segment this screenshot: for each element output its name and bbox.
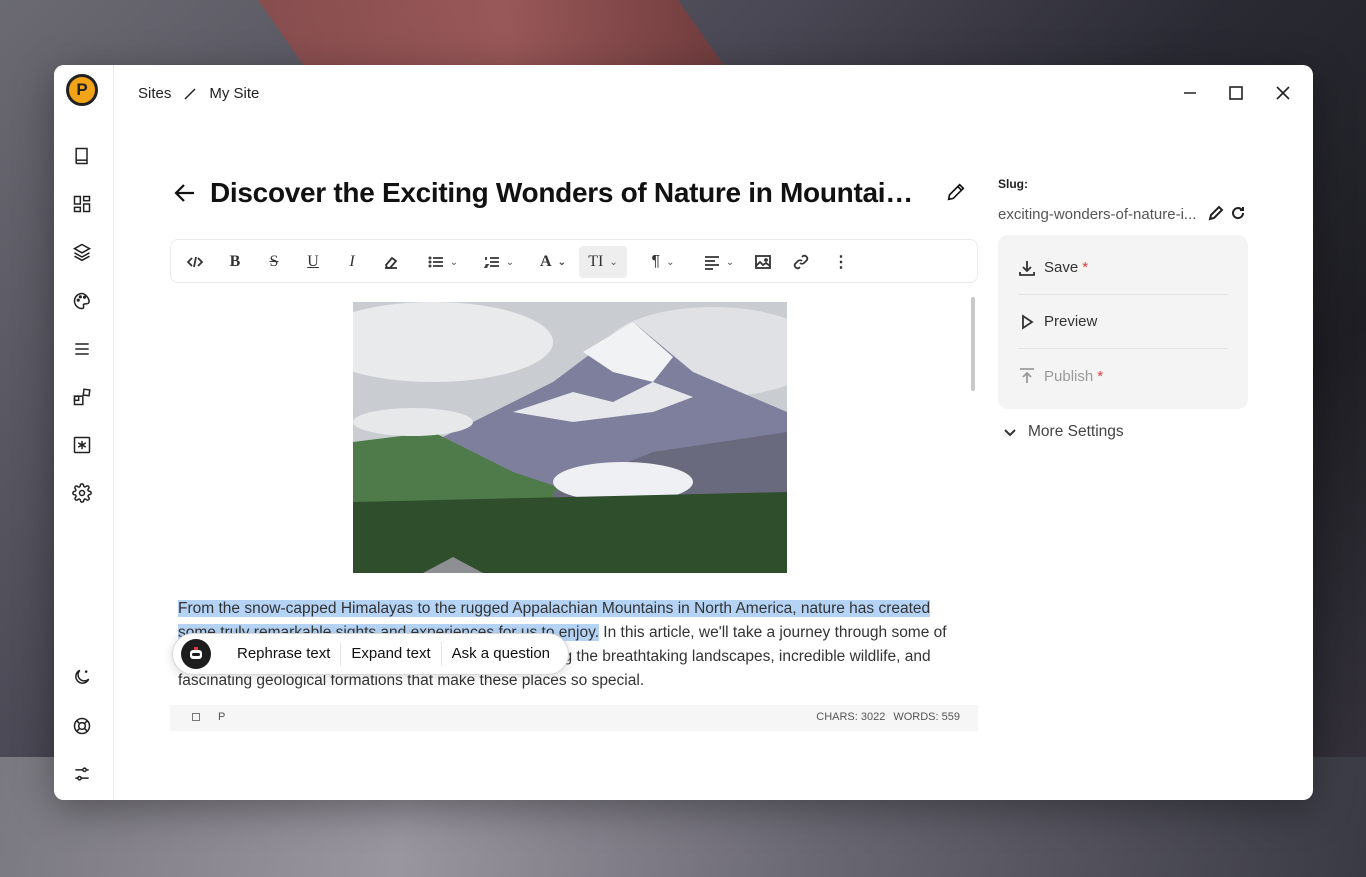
insert-image-icon[interactable] [751, 246, 775, 278]
dashboard-icon[interactable] [70, 192, 94, 216]
preferences-icon[interactable] [70, 762, 94, 786]
required-mark: * [1082, 259, 1089, 276]
page-title[interactable]: Discover the Exciting Wonders of Nature … [210, 177, 922, 209]
chevron-down-icon [1004, 429, 1016, 437]
minimize-icon[interactable] [1180, 83, 1200, 103]
save-label: Save [1044, 259, 1079, 276]
chevron-down-icon: ⌄ [666, 256, 675, 268]
preview-button[interactable]: Preview [1018, 295, 1228, 349]
layers-icon[interactable] [70, 240, 94, 264]
breadcrumb-sites[interactable]: Sites [138, 85, 171, 102]
font-size-icon[interactable]: TI ⌄ [579, 246, 627, 278]
paragraph-icon[interactable]: ¶ ⌄ [639, 246, 687, 278]
upload-icon [1020, 368, 1034, 383]
app-window: P Sites My Site Discover the Exciting Wo… [54, 65, 1313, 800]
editor-toolbar: B S U I ⌄ ⌄ A ⌄ TI ⌄ ¶ ⌄ ⌄ ⋮ [170, 239, 978, 283]
ai-assistant-menu: Rephrase text Expand text Ask a question [172, 633, 570, 675]
edit-title-pencil-icon[interactable] [945, 181, 969, 205]
slug-value[interactable]: exciting-wonders-of-nature-i... [998, 206, 1204, 223]
dark-mode-icon[interactable] [70, 665, 94, 689]
block-type: P [218, 711, 226, 723]
download-icon [1019, 260, 1035, 276]
italic-icon[interactable]: I [340, 246, 364, 278]
clear-format-eraser-icon[interactable] [379, 246, 403, 278]
help-lifebuoy-icon[interactable] [70, 714, 94, 738]
word-char-count: CHARS: 3022 WORDS: 559 [816, 711, 960, 723]
chevron-down-icon: ⌄ [449, 256, 459, 268]
chevron-down-icon: ⌄ [557, 256, 566, 268]
save-button[interactable]: Save * [1018, 241, 1228, 295]
required-mark: * [1097, 367, 1104, 385]
ai-robot-icon [181, 639, 211, 669]
edit-slug-pencil-icon[interactable] [1208, 205, 1226, 223]
back-arrow-icon[interactable] [172, 180, 198, 206]
plugins-icon[interactable] [70, 385, 94, 409]
publish-panel: Slug: exciting-wonders-of-nature-i... Sa… [998, 177, 1250, 441]
font-color-icon[interactable]: A ⌄ [529, 246, 577, 278]
editor-scrollbar[interactable] [971, 297, 975, 391]
word-count: WORDS: 559 [893, 711, 960, 723]
align-left-icon[interactable]: ⌄ [695, 246, 743, 278]
breadcrumb-current[interactable]: My Site [209, 85, 259, 102]
code-view-icon[interactable] [183, 246, 207, 278]
custom-field-icon[interactable] [70, 433, 94, 457]
char-count: CHARS: 3022 [816, 711, 886, 723]
logo-letter: P [76, 80, 88, 99]
bullet-list-icon[interactable]: ⌄ [419, 246, 467, 278]
breadcrumb: Sites My Site [138, 85, 259, 102]
app-logo[interactable]: P [66, 74, 98, 106]
ask-question-button[interactable]: Ask a question [442, 642, 550, 666]
palette-icon[interactable] [70, 289, 94, 313]
bold-icon[interactable]: B [223, 246, 247, 278]
mountain-image [353, 302, 787, 573]
actions-card: Save * Preview Publish * [998, 235, 1248, 409]
insert-link-icon[interactable] [789, 246, 813, 278]
preview-label: Preview [1044, 313, 1098, 330]
more-settings-toggle[interactable]: More Settings [1002, 423, 1250, 441]
editor-status-bar: P CHARS: 3022 WORDS: 559 [170, 705, 978, 731]
chevron-down-icon: ⌄ [609, 256, 618, 268]
title-row: Discover the Exciting Wonders of Nature … [172, 173, 972, 213]
settings-icon[interactable] [70, 481, 94, 505]
publish-button[interactable]: Publish * [1018, 349, 1228, 403]
close-icon[interactable] [1273, 83, 1293, 103]
expand-text-button[interactable]: Expand text [341, 642, 442, 666]
more-settings-label: More Settings [1028, 423, 1124, 440]
rephrase-text-button[interactable]: Rephrase text [227, 642, 342, 666]
numbered-list-icon[interactable]: ⌄ [475, 246, 523, 278]
chevron-down-icon: ⌄ [725, 256, 735, 268]
menu-icon[interactable] [70, 337, 94, 361]
chevron-down-icon: ⌄ [505, 256, 515, 268]
play-icon [1022, 313, 1034, 330]
breadcrumb-separator-icon [184, 87, 196, 100]
book-icon[interactable] [70, 144, 94, 168]
publish-label: Publish [1044, 367, 1094, 385]
underline-icon[interactable]: U [301, 246, 325, 278]
slug-label: Slug: [998, 177, 1028, 191]
strikethrough-icon[interactable]: S [262, 246, 286, 278]
regenerate-slug-icon[interactable] [1230, 205, 1248, 223]
slug-row: exciting-wonders-of-nature-i... [998, 205, 1250, 223]
maximize-icon[interactable] [1226, 83, 1246, 103]
top-bar: Sites My Site [114, 65, 1313, 123]
block-icon [192, 713, 200, 721]
more-options-icon[interactable]: ⋮ [829, 246, 853, 278]
sidebar: P [54, 65, 114, 800]
